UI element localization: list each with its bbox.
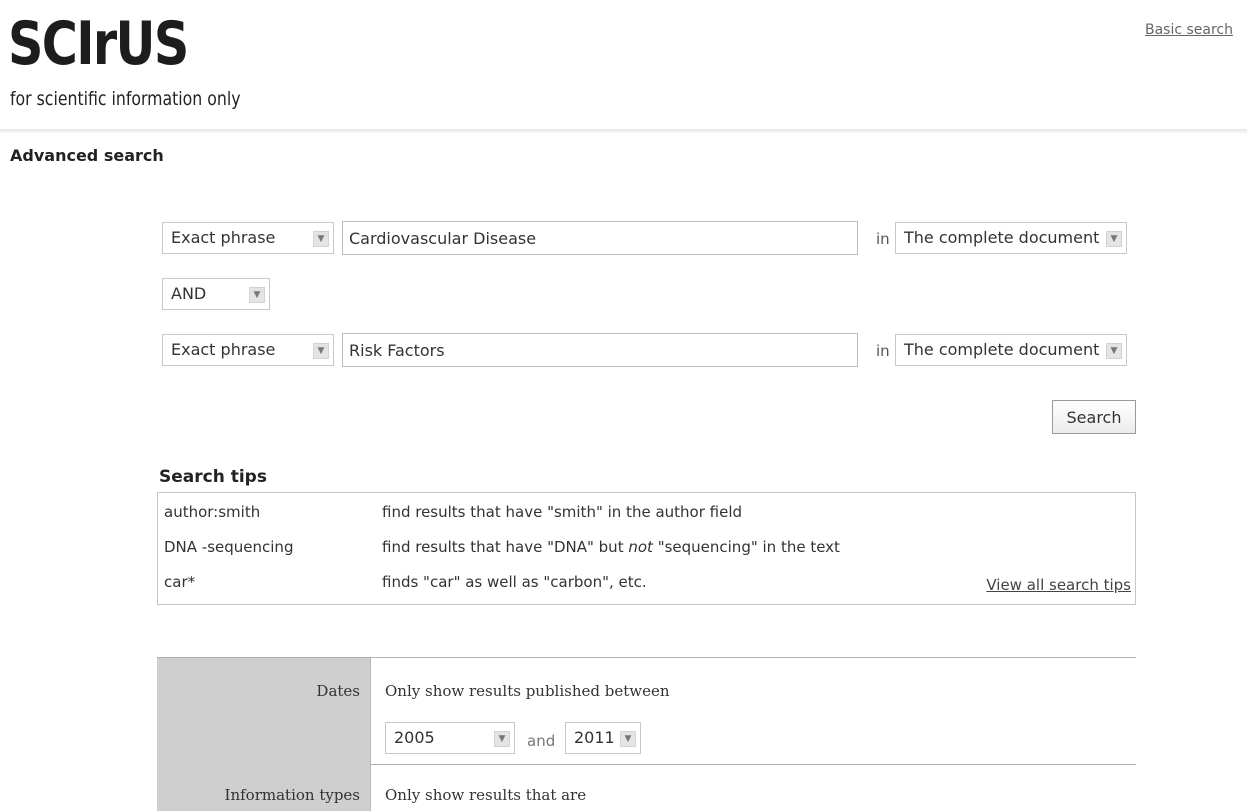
header-divider (0, 129, 1247, 133)
scirus-logo[interactable]: SCIrUS for scientific information only (8, 9, 241, 110)
information-types-label: Information types (224, 786, 360, 804)
dates-description: Only show results published between (385, 682, 670, 700)
date-from-select[interactable]: 2005 ▼ (385, 722, 515, 754)
boolean-operator-select[interactable]: AND ▼ (162, 278, 270, 310)
chevron-down-icon: ▼ (313, 231, 329, 247)
field-value-1: The complete document (904, 228, 1100, 247)
field-value-2: The complete document (904, 340, 1100, 359)
search-term-input-1[interactable] (342, 221, 858, 255)
tip-example: car* (164, 573, 196, 591)
search-button[interactable]: Search (1052, 400, 1136, 434)
basic-search-link[interactable]: Basic search (1145, 22, 1233, 38)
field-select-2[interactable]: The complete document ▼ (895, 334, 1127, 366)
match-type-select-1[interactable]: Exact phrase ▼ (162, 222, 334, 254)
search-tips-title: Search tips (159, 467, 267, 487)
chevron-down-icon: ▼ (1106, 343, 1122, 359)
dates-and-label: and (527, 732, 556, 750)
date-to-value: 2011 (574, 728, 615, 747)
chevron-down-icon: ▼ (249, 287, 265, 303)
match-type-select-2[interactable]: Exact phrase ▼ (162, 334, 334, 366)
search-term-input-2[interactable] (342, 333, 858, 367)
logo-wordmark: SCIrUS (8, 9, 189, 79)
information-types-description: Only show results that are (385, 786, 587, 804)
logo-tagline: for scientific information only (10, 88, 241, 110)
field-select-1[interactable]: The complete document ▼ (895, 222, 1127, 254)
filter-table: Dates Information types Only show result… (157, 657, 1136, 811)
date-to-select[interactable]: 2011 ▼ (565, 722, 641, 754)
tip-example: DNA -sequencing (164, 538, 294, 556)
in-label-2: in (876, 342, 890, 360)
tip-description: find results that have "DNA" but not "se… (382, 538, 840, 556)
tip-description: find results that have "smith" in the au… (382, 503, 743, 521)
tip-example: author:smith (164, 503, 261, 521)
match-type-value-1: Exact phrase (171, 228, 276, 247)
chevron-down-icon: ▼ (620, 731, 636, 747)
dates-label: Dates (316, 682, 360, 700)
view-all-tips-link[interactable]: View all search tips (986, 576, 1131, 594)
chevron-down-icon: ▼ (1106, 231, 1122, 247)
search-tips-box: author:smith find results that have "smi… (157, 492, 1136, 605)
boolean-operator-value: AND (171, 284, 207, 303)
match-type-value-2: Exact phrase (171, 340, 276, 359)
filter-label-column: Dates Information types (157, 658, 371, 811)
filter-row-divider (371, 764, 1136, 765)
date-from-value: 2005 (394, 728, 435, 747)
tip-emphasis: not (628, 538, 653, 556)
in-label-1: in (876, 230, 890, 248)
chevron-down-icon: ▼ (494, 731, 510, 747)
chevron-down-icon: ▼ (313, 343, 329, 359)
page-title: Advanced search (10, 146, 164, 165)
tip-description: finds "car" as well as "carbon", etc. (382, 573, 647, 591)
